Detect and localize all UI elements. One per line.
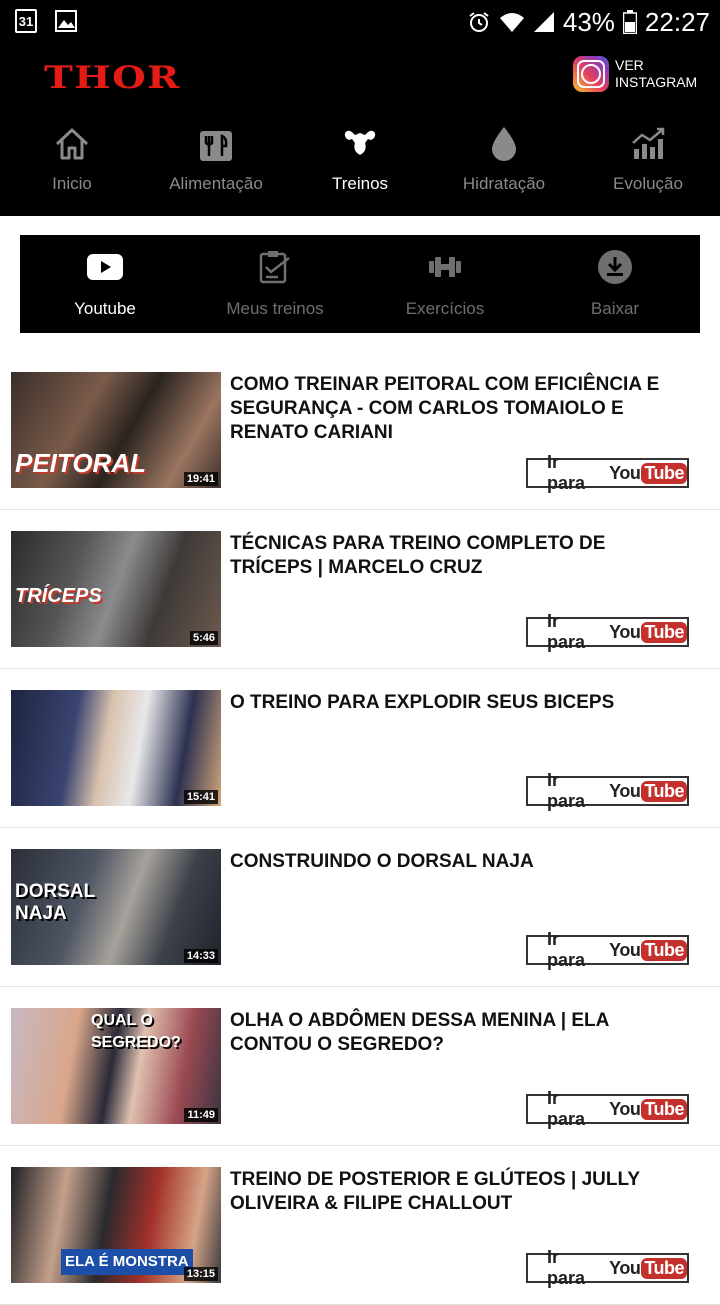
thumbnail-caption: PEITORAL	[15, 448, 146, 478]
status-bar: 31 43% 22:27	[0, 0, 720, 44]
video-duration: 14:33	[183, 949, 218, 963]
dumbbell-icon	[429, 257, 461, 277]
video-card[interactable]: PEITORAL 19:41 COMO TREINAR PEITORAL COM…	[0, 351, 720, 510]
app-logo: THOR	[44, 60, 181, 96]
video-thumbnail[interactable]: TRÍCEPS 5:46	[11, 531, 221, 647]
thumbnail-caption: QUAL O SEGREDO?	[91, 1012, 181, 1051]
tab-baixar[interactable]: Baixar	[530, 235, 700, 333]
video-title[interactable]: OLHA O ABDÔMEN DESSA MENINA | ELA CONTOU…	[230, 1009, 670, 1057]
go-to-youtube-button[interactable]: Ir para You Tube	[526, 452, 689, 493]
nav-label: Alimentação	[169, 174, 263, 193]
video-duration: 13:15	[183, 1267, 218, 1281]
youtube-logo-icon: You Tube	[609, 939, 687, 961]
youtube-logo-icon: You Tube	[609, 780, 687, 802]
nav-label: Evolução	[613, 174, 683, 193]
button-label: Ir para	[547, 1088, 586, 1129]
nav-label: Treinos	[331, 174, 389, 193]
video-thumbnail[interactable]: QUAL O SEGREDO? 11:49	[11, 1008, 221, 1124]
main-nav: Inicio Alimentação Treinos Hidratação Ev…	[0, 124, 720, 204]
video-card[interactable]: TRÍCEPS 5:46 TÉCNICAS PARA TREINO COMPLE…	[0, 510, 720, 669]
video-duration: 5:46	[189, 631, 218, 645]
button-label: Ir para	[547, 770, 586, 811]
tab-label: Youtube	[74, 299, 136, 318]
youtube-logo-icon: You Tube	[609, 1257, 687, 1279]
video-card[interactable]: QUAL O SEGREDO? 11:49 OLHA O ABDÔMEN DES…	[0, 987, 720, 1146]
go-to-youtube-button[interactable]: Ir para You Tube	[526, 611, 689, 652]
instagram-label-line1: VER	[615, 57, 644, 73]
wifi-icon	[499, 13, 524, 32]
video-title[interactable]: COMO TREINAR PEITORAL COM EFICIÊNCIA E S…	[230, 373, 670, 445]
alarm-icon	[469, 12, 489, 32]
chart-icon	[632, 127, 665, 159]
nav-label: Hidratação	[462, 174, 546, 193]
nav-item-evolucao[interactable]: Evolução	[576, 124, 720, 204]
thumbnail-caption: ELA É MONSTRA	[61, 1249, 193, 1275]
youtube-logo-icon: You Tube	[609, 1098, 687, 1120]
video-title[interactable]: TREINO DE POSTERIOR E GLÚTEOS | JULLY OL…	[230, 1168, 670, 1216]
battery-percent: 43%	[562, 6, 615, 37]
button-label: Ir para	[547, 611, 586, 652]
video-thumbnail[interactable]: ELA É MONSTRA 13:15	[11, 1167, 221, 1283]
checklist-icon	[259, 251, 290, 284]
tab-label: Meus treinos	[226, 299, 324, 318]
button-label: Ir para	[547, 929, 586, 970]
video-card[interactable]: 15:41 O TREINO PARA EXPLODIR SEUS BICEPS…	[0, 669, 720, 828]
tab-label: Baixar	[590, 299, 640, 318]
video-duration: 15:41	[183, 790, 218, 804]
instagram-icon	[573, 56, 609, 92]
tab-exercicios[interactable]: Exercícios	[360, 235, 530, 333]
instagram-label-line2: INSTAGRAM	[615, 74, 698, 90]
home-icon	[55, 128, 89, 160]
utensils-icon	[200, 131, 232, 161]
go-to-youtube-button[interactable]: Ir para You Tube	[526, 1247, 689, 1288]
download-icon	[598, 250, 632, 284]
water-drop-icon	[492, 127, 516, 161]
sub-tabs: Youtube Meus treinos Exercícios Baixar	[20, 235, 700, 333]
nav-item-inicio[interactable]: Inicio	[0, 124, 144, 204]
muscle-icon	[344, 130, 376, 155]
tab-meus-treinos[interactable]: Meus treinos	[190, 235, 360, 333]
video-duration: 19:41	[183, 472, 218, 486]
app-header: THOR VER INSTAGRAM Inicio Alimentação Tr…	[0, 44, 720, 216]
button-label: Ir para	[547, 1247, 586, 1288]
video-thumbnail[interactable]: PEITORAL 19:41	[11, 372, 221, 488]
video-title[interactable]: O TREINO PARA EXPLODIR SEUS BICEPS	[230, 691, 670, 715]
battery-icon	[622, 10, 637, 34]
video-title[interactable]: CONSTRUINDO O DORSAL NAJA	[230, 850, 670, 874]
video-title[interactable]: TÉCNICAS PARA TREINO COMPLETO DE TRÍCEPS…	[230, 532, 670, 580]
video-thumbnail[interactable]: 15:41	[11, 690, 221, 806]
button-label: Ir para	[547, 452, 586, 493]
clock: 22:27	[644, 6, 710, 37]
video-card[interactable]: ELA É MONSTRA 13:15 TREINO DE POSTERIOR …	[0, 1146, 720, 1305]
tab-label: Exercícios	[405, 299, 485, 318]
image-icon	[55, 10, 77, 32]
instagram-button[interactable]: VER INSTAGRAM	[573, 56, 697, 92]
video-thumbnail[interactable]: DORSAL NAJA 14:33	[11, 849, 221, 965]
youtube-logo-icon: You Tube	[609, 462, 687, 484]
nav-label: Inicio	[52, 174, 92, 193]
youtube-play-icon	[87, 254, 123, 280]
thumbnail-caption: DORSAL NAJA	[15, 881, 95, 924]
video-card[interactable]: DORSAL NAJA 14:33 CONSTRUINDO O DORSAL N…	[0, 828, 720, 987]
nav-item-alimentacao[interactable]: Alimentação	[144, 124, 288, 204]
thumbnail-caption: TRÍCEPS	[15, 585, 102, 607]
go-to-youtube-button[interactable]: Ir para You Tube	[526, 929, 689, 970]
nav-item-treinos[interactable]: Treinos	[288, 124, 432, 204]
video-duration: 11:49	[184, 1108, 218, 1122]
go-to-youtube-button[interactable]: Ir para You Tube	[526, 770, 689, 811]
tab-youtube[interactable]: Youtube	[20, 235, 190, 333]
calendar-icon: 31	[15, 9, 37, 33]
youtube-logo-icon: You Tube	[609, 621, 687, 643]
nav-item-hidratacao[interactable]: Hidratação	[432, 124, 576, 204]
go-to-youtube-button[interactable]: Ir para You Tube	[526, 1088, 689, 1129]
signal-icon	[533, 12, 554, 32]
